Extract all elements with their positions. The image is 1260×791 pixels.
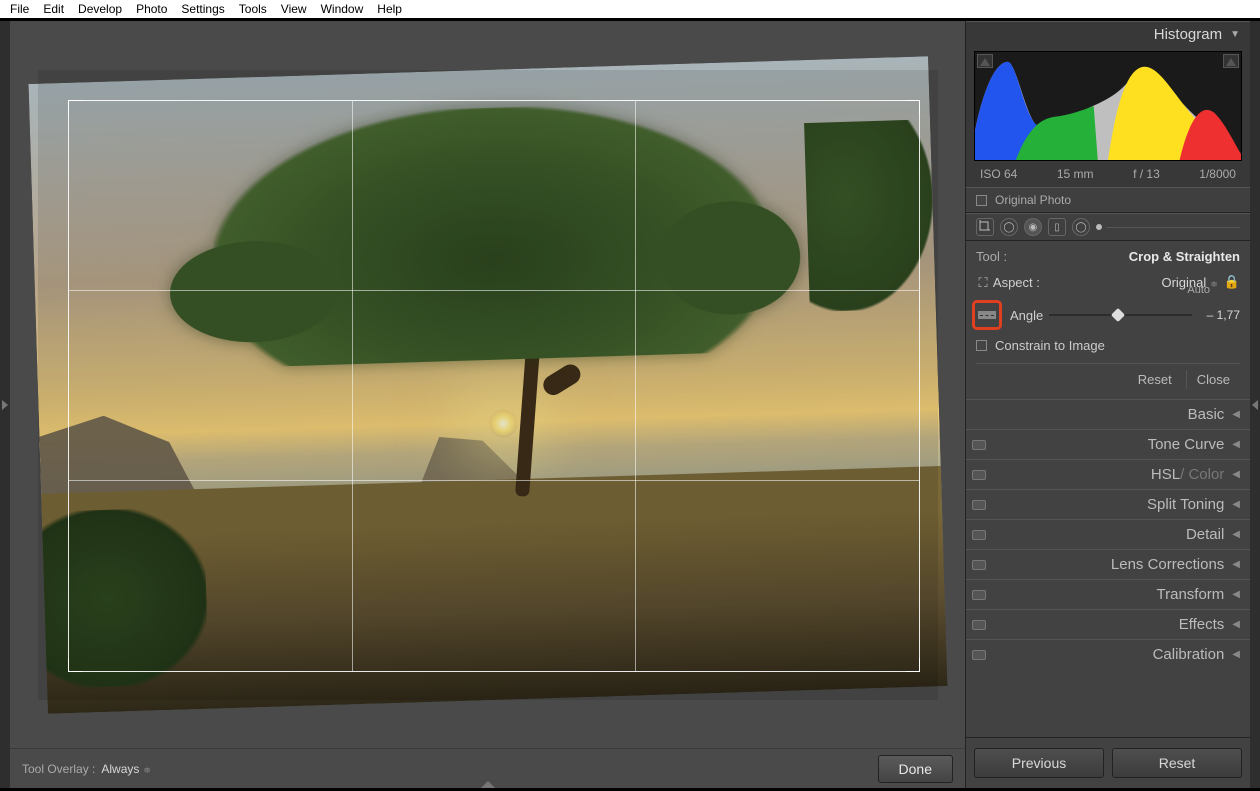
original-photo-toggle[interactable]: Original Photo	[966, 187, 1250, 212]
chevron-left-icon: ◀	[1232, 469, 1240, 480]
exif-focal: 15 mm	[1057, 167, 1094, 181]
panel-switch-split-toning[interactable]	[972, 500, 986, 510]
crop-overlay[interactable]	[68, 100, 920, 672]
crop-frame-icon: ⛶	[976, 276, 990, 290]
exif-aperture: f / 13	[1133, 167, 1160, 181]
panel-switch-calibration[interactable]	[972, 650, 986, 660]
chevron-left-icon: ◀	[1232, 439, 1240, 450]
left-panel-toggle[interactable]	[0, 21, 10, 788]
aspect-lock-icon[interactable]: 🔒	[1224, 274, 1240, 290]
highlight-clip-indicator[interactable]	[1223, 54, 1239, 68]
menu-edit[interactable]: Edit	[37, 2, 70, 16]
crop-panel: Tool : Crop & Straighten ⛶ Aspect : Orig…	[966, 241, 1250, 399]
exif-info: ISO 64 15 mm f / 13 1/8000	[966, 165, 1250, 187]
panel-switch-transform[interactable]	[972, 590, 986, 600]
panel-switch-detail[interactable]	[972, 530, 986, 540]
redeye-tool-icon[interactable]: ◉	[1024, 218, 1042, 236]
angle-auto-button[interactable]: Auto	[1187, 284, 1210, 296]
exif-iso: ISO 64	[980, 167, 1017, 181]
histogram-chart	[975, 52, 1241, 160]
tool-label: Tool :	[976, 249, 1007, 264]
menu-file[interactable]: File	[4, 2, 35, 16]
histogram[interactable]	[974, 51, 1242, 161]
panel-switch-effects[interactable]	[972, 620, 986, 630]
menu-tools[interactable]: Tools	[233, 2, 273, 16]
menu-help[interactable]: Help	[371, 2, 408, 16]
chevron-left-icon: ◀	[1232, 619, 1240, 630]
main-area: Tool Overlay : Always≑ Done	[10, 21, 965, 788]
panel-lens-corrections[interactable]: Lens Corrections◀	[966, 549, 1250, 579]
panel-switch-tone-curve[interactable]	[972, 440, 986, 450]
constrain-label: Constrain to Image	[995, 338, 1105, 353]
straighten-tool-icon[interactable]	[972, 300, 1002, 330]
sidebar-bottom-actions: Previous Reset	[966, 737, 1250, 788]
chevron-left-icon: ◀	[1232, 589, 1240, 600]
reset-button[interactable]: Reset	[1112, 748, 1242, 778]
crop-handle-br[interactable]	[906, 658, 920, 672]
menu-view[interactable]: View	[275, 2, 313, 16]
exif-shutter: 1/8000	[1199, 167, 1236, 181]
constrain-checkbox[interactable]	[976, 340, 987, 351]
menu-settings[interactable]: Settings	[175, 2, 230, 16]
panel-basic[interactable]: Basic◀	[966, 399, 1250, 429]
original-photo-label: Original Photo	[995, 193, 1071, 207]
ruler-icon	[978, 311, 996, 319]
panel-switch-lens-corrections[interactable]	[972, 560, 986, 570]
canvas-area[interactable]	[10, 21, 965, 748]
chevron-left-icon: ◀	[1232, 409, 1240, 420]
crop-reset-button[interactable]: Reset	[1128, 370, 1182, 389]
chevron-left-icon: ◀	[1232, 499, 1240, 510]
spot-tool-icon[interactable]: ◯	[1000, 218, 1018, 236]
brush-tool-icon[interactable]	[1096, 218, 1240, 236]
crop-handle-tr[interactable]	[906, 100, 920, 114]
panel-split-toning[interactable]: Split Toning◀	[966, 489, 1250, 519]
tool-strip: ◯ ◉ ▯ ◯	[966, 213, 1250, 241]
crop-close-button[interactable]: Close	[1186, 370, 1240, 389]
crop-handle-tl[interactable]	[68, 100, 82, 114]
aspect-label: ⛶ Aspect :	[976, 275, 1040, 290]
right-panel-toggle[interactable]	[1250, 21, 1260, 788]
radial-tool-icon[interactable]: ◯	[1072, 218, 1090, 236]
menu-develop[interactable]: Develop	[72, 2, 128, 16]
filmstrip-toggle[interactable]	[481, 781, 495, 788]
tool-overlay-label: Tool Overlay :	[22, 762, 95, 776]
histogram-label[interactable]: Histogram	[1154, 26, 1222, 43]
panel-transform[interactable]: Transform◀	[966, 579, 1250, 609]
panel-tone-curve[interactable]: Tone Curve◀	[966, 429, 1250, 459]
shadow-clip-indicator[interactable]	[977, 54, 993, 68]
menu-window[interactable]: Window	[315, 2, 370, 16]
photo-canvas[interactable]	[38, 70, 938, 700]
original-photo-checkbox[interactable]	[976, 195, 987, 206]
histogram-collapse-icon[interactable]: ▼	[1230, 29, 1240, 40]
angle-label: Angle	[1010, 308, 1043, 323]
angle-slider[interactable]	[1049, 307, 1192, 323]
crop-tool-icon[interactable]	[976, 218, 994, 236]
menu-photo[interactable]: Photo	[130, 2, 173, 16]
done-button[interactable]: Done	[878, 755, 953, 783]
app-frame: Tool Overlay : Always≑ Done Histogram ▼	[0, 18, 1260, 791]
chevron-left-icon: ◀	[1232, 529, 1240, 540]
gradient-tool-icon[interactable]: ▯	[1048, 218, 1066, 236]
panel-effects[interactable]: Effects◀	[966, 609, 1250, 639]
panel-detail[interactable]: Detail◀	[966, 519, 1250, 549]
panel-hsl[interactable]: HSL / Color◀	[966, 459, 1250, 489]
panel-calibration[interactable]: Calibration◀	[966, 639, 1250, 669]
right-sidebar: Histogram ▼ ISO 64	[965, 21, 1250, 788]
panel-accordion: Basic◀Tone Curve◀HSL / Color◀Split Tonin…	[966, 399, 1250, 737]
tool-name: Crop & Straighten	[1129, 249, 1240, 264]
previous-button[interactable]: Previous	[974, 748, 1104, 778]
chevron-left-icon: ◀	[1232, 559, 1240, 570]
chevron-left-icon: ◀	[1232, 649, 1240, 660]
panel-switch-hsl[interactable]	[972, 470, 986, 480]
crop-handle-bl[interactable]	[68, 658, 82, 672]
tool-overlay-select[interactable]: Always≑	[101, 762, 151, 776]
menu-bar[interactable]: FileEditDevelopPhotoSettingsToolsViewWin…	[0, 0, 1260, 18]
angle-value[interactable]: – 1,77	[1198, 308, 1240, 322]
